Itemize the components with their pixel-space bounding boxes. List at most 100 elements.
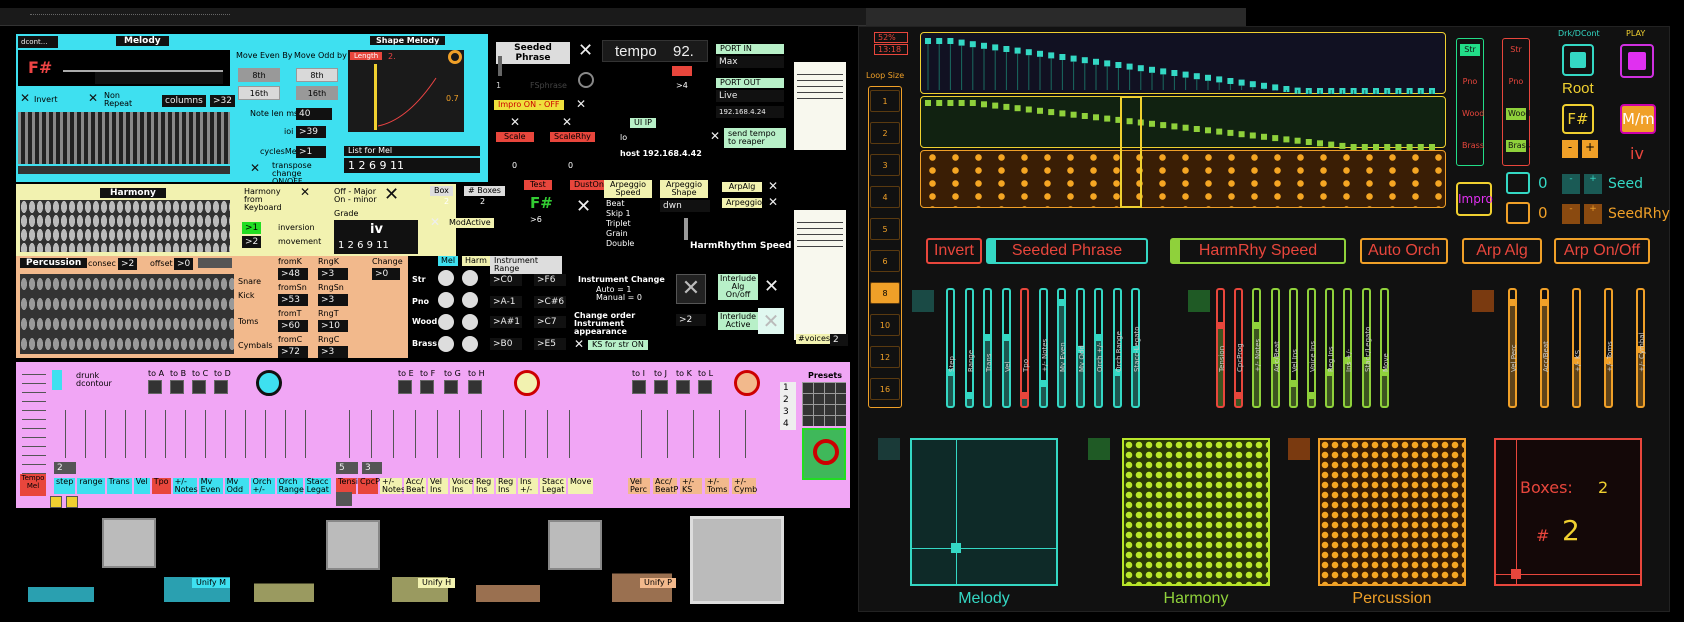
from-sn-value[interactable]: >53 [278, 294, 308, 306]
arp-onoff-button[interactable]: Arp On/Off [1554, 238, 1650, 264]
list-mel-value[interactable]: 1 2 6 9 11 [344, 158, 480, 173]
loop-size-8[interactable]: 8 [870, 282, 900, 304]
from-t-value[interactable]: >60 [278, 320, 308, 332]
harm-slider-4[interactable] [1288, 288, 1298, 408]
to-j-button[interactable] [654, 380, 668, 394]
boxes-pad[interactable]: Boxes: 2 # 2 [1494, 438, 1642, 586]
scalerhy-x-icon[interactable]: ✕ [562, 116, 572, 128]
root-minus[interactable]: - [1562, 140, 1578, 158]
to-l-button[interactable] [698, 380, 712, 394]
pno-high[interactable]: >C#6 [534, 296, 566, 308]
instr2-str[interactable]: Str [1506, 44, 1526, 56]
interlude-active-toggle[interactable]: ✕ [758, 308, 784, 334]
pno-mel-toggle[interactable] [438, 292, 454, 308]
perc-slider-square[interactable] [1472, 290, 1494, 312]
harm-record-knob[interactable] [514, 370, 540, 396]
brass-harm-toggle[interactable] [462, 336, 478, 352]
harm-slider-9[interactable] [1379, 288, 1389, 408]
arp-alg-button[interactable]: Arp Alg [1462, 238, 1542, 264]
seed-plus[interactable]: + [1584, 174, 1602, 194]
tempo-box[interactable]: tempo 92. [602, 40, 708, 62]
harm-tab[interactable]: Harm [462, 256, 490, 266]
loop-size-10[interactable]: 10 [870, 314, 900, 336]
instr1-str[interactable]: Str [1460, 44, 1480, 56]
str-low[interactable]: >C0 [490, 274, 522, 286]
movement-value[interactable]: >2 [242, 236, 262, 248]
instr2-wood[interactable]: Wood [1506, 108, 1530, 120]
pno-low[interactable]: >A-1 [490, 296, 522, 308]
send-tempo-label[interactable]: send tempo to reaper [724, 128, 786, 148]
brass-high[interactable]: >E5 [534, 338, 566, 350]
toolbar-icons[interactable] [30, 14, 230, 22]
ks-x-icon[interactable]: ✕ [574, 338, 584, 350]
dust-button[interactable]: DustOn [570, 180, 608, 190]
to-i-button[interactable] [632, 380, 646, 394]
to-a-button[interactable] [148, 380, 162, 394]
harm-slider-square[interactable] [1188, 290, 1210, 312]
root-note-button[interactable]: F# [1562, 104, 1594, 134]
seed-minus[interactable]: - [1562, 174, 1580, 194]
mel-slider-1[interactable] [964, 288, 974, 408]
mod-active-x-icon[interactable]: ✕ [430, 216, 440, 228]
loop-size-5[interactable]: 5 [870, 218, 900, 240]
length-value[interactable]: 2. [388, 52, 396, 61]
pad-square-harm[interactable] [1088, 438, 1110, 460]
arpeggio-x-icon[interactable]: ✕ [768, 196, 778, 208]
drunk-toggle[interactable] [52, 370, 62, 390]
arp-shape-select[interactable]: dwn [660, 200, 710, 212]
impro-button[interactable]: Impro [1456, 182, 1493, 216]
pink-gray-box[interactable] [336, 492, 352, 506]
mel-slider-2[interactable] [983, 288, 992, 408]
rng-k-value[interactable]: >3 [318, 268, 348, 280]
invert-big-button[interactable]: Invert [926, 238, 982, 264]
mini-chart-harm-box[interactable] [326, 520, 380, 570]
port-in-select[interactable]: Max [716, 56, 784, 68]
arp-x-icon[interactable]: ✕ [576, 198, 591, 216]
scalerhy-button[interactable]: ScaleRhy [550, 132, 595, 142]
interlude-alg-x-icon[interactable]: ✕ [764, 278, 779, 296]
root-plus[interactable]: + [1582, 140, 1598, 158]
test-button[interactable]: Test [524, 180, 552, 190]
unify-m-button[interactable]: Unify M [192, 578, 231, 588]
odd-8th[interactable]: 8th [296, 68, 338, 82]
major-minor-button[interactable]: M/m [1620, 104, 1656, 134]
large-preview-box[interactable] [690, 516, 784, 604]
to-e-button[interactable] [398, 380, 412, 394]
wood-mel-toggle[interactable] [438, 314, 454, 330]
harmony-kbd-x-icon[interactable]: ✕ [300, 186, 310, 198]
wood-high[interactable]: >C7 [534, 316, 566, 328]
instr-change-button[interactable]: ✕ [676, 274, 706, 304]
ks-label[interactable]: KS for str ON [588, 340, 648, 350]
pink-radio-column[interactable] [22, 370, 46, 480]
harmony-pad[interactable] [1122, 438, 1270, 586]
instr1-brass[interactable]: Brass [1460, 140, 1484, 152]
drk-dcont-button[interactable] [1562, 44, 1594, 76]
perc-record-knob[interactable] [734, 370, 760, 396]
wood-harm-toggle[interactable] [462, 314, 478, 330]
arp-alg-x-icon[interactable]: ✕ [768, 180, 778, 192]
preset-1[interactable]: 1 [780, 382, 796, 394]
mel-slider-square[interactable] [912, 290, 934, 312]
consec-value[interactable]: >2 [118, 258, 138, 270]
mel-slider-0[interactable] [946, 288, 955, 408]
pink-harm-val-1[interactable]: 5 [336, 462, 358, 474]
seq-orange[interactable] [920, 150, 1446, 208]
pink-yellow-2[interactable] [66, 496, 78, 508]
seeded-circle-icon[interactable] [578, 72, 594, 88]
harm-rhythm-slider[interactable] [684, 218, 688, 240]
boxes-value[interactable]: 2 [480, 198, 485, 206]
to-f-button[interactable] [420, 380, 434, 394]
melody-scroll[interactable] [18, 166, 230, 174]
scale-x-icon[interactable]: ✕ [510, 116, 520, 128]
arp-option-double[interactable]: Double [606, 240, 654, 250]
impro-close-icon[interactable]: ✕ [576, 98, 586, 110]
seedrhy-plus[interactable]: + [1584, 204, 1602, 224]
mini-chart-mel-box[interactable] [102, 518, 156, 568]
pink-sliders-mel[interactable] [56, 410, 316, 458]
unify-p-button[interactable]: Unify P [640, 578, 676, 588]
transpose-toggle[interactable]: ✕ [250, 162, 260, 174]
loop-size-12[interactable]: 12 [870, 346, 900, 368]
auto-orch-button[interactable]: Auto Orch [1360, 238, 1448, 264]
pink-sliders-perc[interactable] [632, 410, 762, 458]
seeded-phrase-button[interactable]: Seeded Phrase [986, 238, 1148, 264]
